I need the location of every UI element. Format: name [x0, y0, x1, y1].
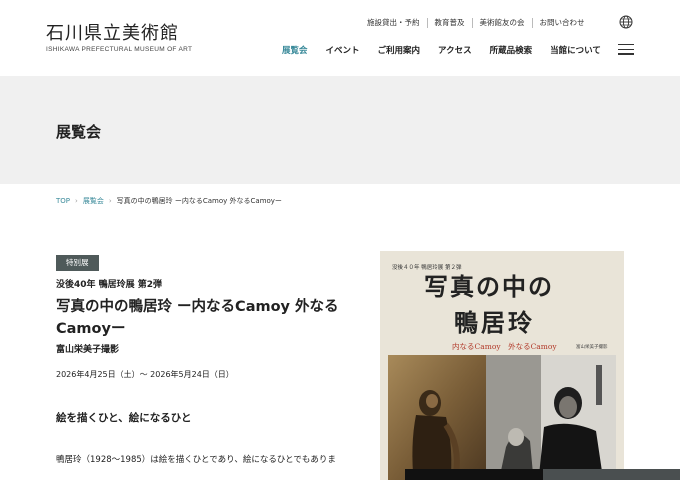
nav-visitor-guide[interactable]: ご利用案内: [378, 45, 421, 57]
exhibition-description: 鴨居玲（1928〜1985）は絵を描くひとであり、絵になるひとでもありま: [56, 455, 336, 465]
breadcrumb-current: 写真の中の鴨居玲 ー内なるCamoy 外なるCamoyー: [116, 197, 282, 205]
util-nav-facility-rental[interactable]: 施設貸出・予約: [360, 17, 427, 28]
util-nav-education[interactable]: 教育普及: [428, 17, 472, 28]
logo-japanese: 石川県立美術館: [46, 23, 179, 44]
breadcrumb-top[interactable]: TOP: [56, 197, 70, 205]
exhibition-title: 写真の中の鴨居玲 ー内なるCamoy 外なるCamoyー: [56, 299, 339, 337]
nav-collection-search[interactable]: 所蔵品検索: [490, 45, 533, 57]
util-nav-contact[interactable]: お問い合わせ: [533, 17, 592, 28]
hamburger-menu-icon[interactable]: [618, 44, 634, 56]
main-nav: 展覧会 イベント ご利用案内 アクセス 所蔵品検索 当館について: [282, 45, 619, 57]
exhibition-photographer: 富山栄美子撮影: [56, 345, 120, 355]
page-title: 展覧会: [56, 123, 102, 141]
category-badge: 特別展: [56, 255, 99, 271]
poster-painting-image: [388, 355, 488, 480]
floating-bar-grey[interactable]: [543, 469, 680, 480]
util-nav-friends[interactable]: 美術館友の会: [473, 17, 532, 28]
nav-events[interactable]: イベント: [326, 45, 360, 57]
exhibition-subtitle: 没後40年 鴨居玲展 第2弾: [56, 280, 163, 290]
exhibition-detail: 特別展 没後40年 鴨居玲展 第2弾 写真の中の鴨居玲 ー内なるCamoy 外な…: [56, 250, 346, 469]
section-heading: 絵を描くひと、絵になるひと: [56, 412, 192, 424]
nav-exhibitions[interactable]: 展覧会: [282, 45, 308, 57]
exhibition-poster[interactable]: 没後４０年 鴨居玲展 第２弾 写真の中の 鴨居玲 内なるCamoy 外なるCam…: [380, 251, 624, 480]
poster-title-line2: 鴨居玲: [454, 308, 535, 337]
utility-nav: 施設貸出・予約 教育普及 美術館友の会 お問い合わせ: [360, 17, 592, 28]
poster-photographer: 富山栄美子撮影: [576, 345, 608, 350]
breadcrumb-exhibitions[interactable]: 展覧会: [83, 196, 104, 206]
nav-access[interactable]: アクセス: [438, 45, 472, 57]
poster-subtitle: 内なるCamoy 外なるCamoy: [452, 342, 557, 351]
page-title-band: 展覧会: [0, 76, 680, 184]
exhibition-dates: 2026年4月25日（土）〜 2026年5月24日（日）: [56, 370, 234, 379]
nav-about[interactable]: 当館について: [550, 45, 601, 57]
poster-photo-image: [486, 355, 616, 480]
logo-english: ISHIKAWA PREFECTURAL MUSEUM OF ART: [46, 46, 193, 53]
globe-icon[interactable]: [619, 15, 633, 29]
breadcrumb: TOP › 展覧会 › 写真の中の鴨居玲 ー内なるCamoy 外なるCamoyー: [56, 196, 282, 206]
site-header: 石川県立美術館 ISHIKAWA PREFECTURAL MUSEUM OF A…: [0, 0, 680, 76]
chevron-right-icon: ›: [75, 197, 78, 205]
chevron-right-icon: ›: [108, 197, 112, 205]
floating-bar-dark[interactable]: [405, 469, 543, 480]
site-logo[interactable]: 石川県立美術館 ISHIKAWA PREFECTURAL MUSEUM OF A…: [46, 23, 193, 54]
poster-title-line1: 写真の中の: [424, 272, 554, 301]
